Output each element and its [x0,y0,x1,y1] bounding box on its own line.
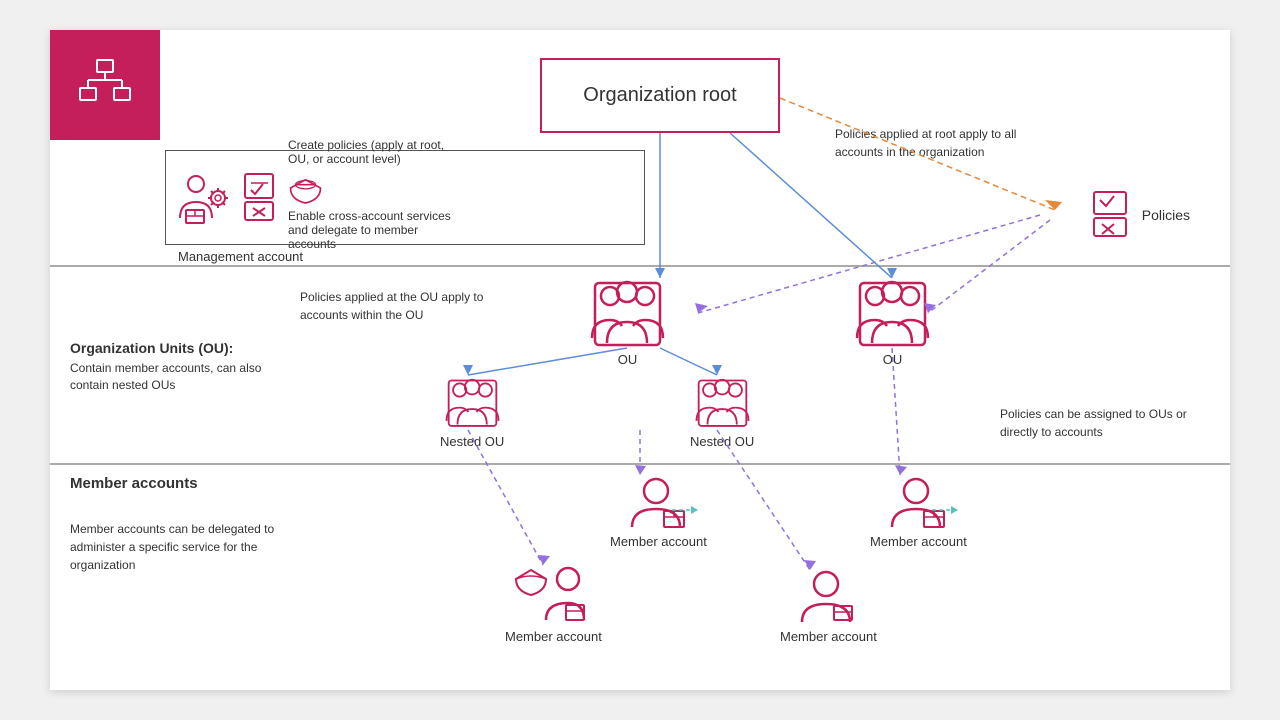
ou2-label: OU [883,352,903,367]
member1-box: Member account [610,475,707,549]
policies-label: Policies [1142,207,1190,223]
ou-policy-note: Policies applied at the OU apply to acco… [300,288,500,324]
policies-note-top: Policies applied at root apply to all ac… [835,125,1035,161]
org-root-label: Organization root [583,84,736,107]
slide: Organization root [50,30,1230,690]
policies-box: Policies [1092,190,1190,240]
feature-1-text: Create policies (apply at root, OU, or a… [288,138,468,166]
policies-note-mid-text: Policies can be assigned to OUs or direc… [1000,407,1187,439]
ou-policy-note-text: Policies applied at the OU apply to acco… [300,290,483,322]
member-section-label: Member accounts [70,475,198,492]
nested-ou1-label: Nested OU [440,434,504,449]
feature-2: Enable cross-account services and delega… [288,209,468,251]
member2-label: Member account [870,534,967,549]
logo-box [50,30,160,140]
member1-label: Member account [610,534,707,549]
member2-box: Member account [870,475,967,549]
ou-label: Organization Units (OU): [70,340,290,356]
member-label: Member accounts [70,475,198,492]
member-desc-text: Member accounts can be delegated to admi… [70,522,274,572]
ou-desc: Contain member accounts, can also contai… [70,360,290,394]
nested-ou2-box: Nested OU [690,375,754,449]
member4-label: Member account [780,629,877,644]
feature-1: Create policies (apply at root, OU, or a… [288,138,468,166]
member3-box: Member account [505,565,602,644]
feature-2-text: Enable cross-account services and delega… [288,209,468,251]
policies-note-mid: Policies can be assigned to OUs or direc… [1000,405,1210,441]
mgmt-box: Create policies (apply at root, OU, or a… [165,150,645,245]
ou2-box: OU [855,278,930,367]
ou1-box: OU [590,278,665,367]
ou1-label: OU [618,352,638,367]
member3-label: Member account [505,629,602,644]
member4-box: Member account [780,570,877,644]
policies-note-top-text: Policies applied at root apply to all ac… [835,127,1016,159]
nested-ou1-box: Nested OU [440,375,504,449]
member-desc: Member accounts can be delegated to admi… [70,520,320,574]
nested-ou2-label: Nested OU [690,434,754,449]
mgmt-label: Management account [178,249,303,264]
org-root-box: Organization root [540,58,780,133]
ou-section-label: Organization Units (OU): Contain member … [70,340,290,394]
